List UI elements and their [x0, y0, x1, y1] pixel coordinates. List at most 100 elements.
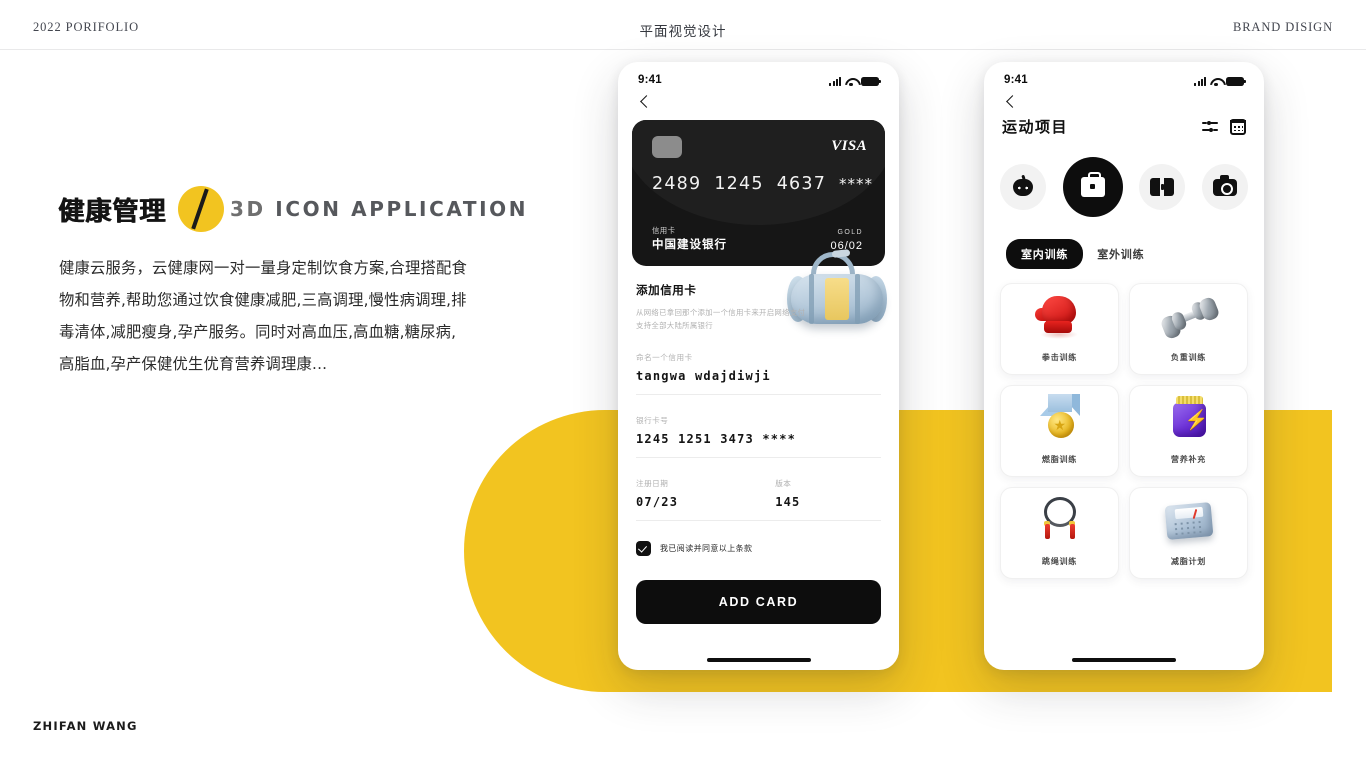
header-right-label: BRAND DISIGN	[1232, 20, 1333, 34]
status-icons	[1194, 69, 1246, 87]
hero-title: 健康管理 3D ICON APPLICATION	[58, 186, 528, 232]
terms-checkbox[interactable]	[636, 541, 651, 556]
field-row-date-version: 注册日期 07/23 版本 145	[636, 478, 881, 509]
field-card-name[interactable]: 命名一个信用卡 tangwa wdajdiwji	[636, 352, 881, 395]
workout-card-nutrition[interactable]: ⚡ 营养补充	[1129, 385, 1248, 477]
card-bank-name: 中国建设银行	[652, 239, 727, 251]
briefcase-icon	[1080, 172, 1105, 197]
workout-card-label: 拳击训练	[1041, 353, 1078, 362]
field-reg-date-label: 注册日期	[636, 479, 669, 488]
card-tier-label: GOLD	[837, 229, 863, 236]
poster-header: 2022 PORIFOLIO 平面视觉设计 BRAND DISIGN	[0, 20, 1366, 40]
workout-card-boxing[interactable]: 拳击训练	[1000, 283, 1119, 375]
status-bar: 9:41	[618, 62, 899, 92]
add-card-form: 添加信用卡 从网络已拿回那个添加一个信用卡来开启网络支付 支持全部大陆所属银行 …	[618, 266, 899, 556]
filter-icon[interactable]	[1202, 120, 1218, 134]
page-title: 运动项目	[1002, 118, 1069, 136]
ticket-icon	[1150, 175, 1175, 199]
workout-card-label: 减脂计划	[1170, 557, 1207, 566]
workout-card-label: 营养补充	[1170, 455, 1207, 464]
hero-title-cn: 健康管理	[58, 196, 167, 227]
form-subtitle-line-1: 从网络已拿回那个添加一个信用卡来开启网络支付	[636, 308, 806, 317]
add-card-button[interactable]: ADD CARD	[636, 580, 881, 624]
status-bar: 9:41	[984, 62, 1264, 92]
jump-rope-icon	[1032, 496, 1088, 546]
category-ticket[interactable]	[1139, 164, 1186, 210]
form-section-title: 添加信用卡	[636, 283, 697, 297]
card-type-label: 信用卡	[652, 226, 676, 235]
card-number-group-2: 1245	[714, 174, 764, 194]
status-icons	[829, 69, 881, 87]
field-card-name-value[interactable]: tangwa wdajdiwji	[636, 369, 881, 383]
header-actions	[1202, 118, 1246, 135]
hero-title-en: 3D ICON APPLICATION	[230, 197, 528, 221]
status-time: 9:41	[1004, 74, 1028, 86]
field-version[interactable]: 版本 145	[775, 478, 881, 509]
gamepad-icon	[1013, 178, 1033, 196]
slash-badge-icon	[178, 186, 225, 232]
back-button[interactable]	[636, 94, 654, 112]
calendar-icon[interactable]	[1230, 118, 1246, 135]
battery-icon	[1226, 76, 1246, 86]
terms-label: 我已阅读并同意以上条款	[660, 544, 753, 553]
field-underline	[636, 457, 881, 458]
card-chip-icon	[652, 136, 682, 158]
field-card-number[interactable]: 银行卡号 1245 1251 3473 ****	[636, 415, 881, 458]
tab-outdoor-training[interactable]: 室外训练	[1097, 246, 1144, 262]
home-indicator	[1072, 658, 1176, 662]
author-credit: ZHIFAN WANG	[33, 719, 138, 733]
tab-indoor-training[interactable]: 室内训练	[1006, 239, 1084, 269]
hero-title-en-lead: 3D	[230, 197, 266, 221]
header-center-label: 平面视觉设计	[639, 24, 727, 39]
field-reg-date-value[interactable]: 07/23	[636, 495, 775, 509]
back-button[interactable]	[1002, 94, 1020, 112]
field-card-number-value[interactable]: 1245 1251 3473 ****	[636, 432, 881, 446]
workout-card-label: 跳绳训练	[1041, 557, 1078, 566]
workout-card-jumprope[interactable]: 跳绳训练	[1000, 487, 1119, 579]
workout-card-weights[interactable]: 负重训练	[1129, 283, 1248, 375]
category-briefcase[interactable]	[1062, 157, 1123, 217]
page-header: 运动项目	[984, 116, 1264, 137]
card-number-group-3: 4637	[776, 174, 827, 194]
card-expiry: 06/02	[830, 240, 863, 252]
field-card-name-label: 命名一个信用卡	[636, 353, 693, 362]
field-version-value[interactable]: 145	[775, 495, 881, 509]
field-version-label: 版本	[775, 479, 792, 488]
workout-grid: 拳击训练 负重训练 ★ 燃脂训练 ⚡ 营养补充 跳绳训练 减脂计划	[984, 269, 1264, 579]
terms-agreement[interactable]: 我已阅读并同意以上条款	[636, 541, 881, 556]
workout-card-fatloss-plan[interactable]: 减脂计划	[1129, 487, 1248, 579]
hero-title-en-rest: ICON APPLICATION	[265, 197, 529, 221]
credit-card[interactable]: VISA 2489 1245 4637 **** 信用卡 中国建设银行 GOLD…	[632, 120, 885, 266]
workout-card-label: 燃脂训练	[1041, 455, 1078, 464]
card-brand-logo: VISA	[831, 138, 867, 154]
supplement-jar-icon: ⚡	[1161, 394, 1217, 444]
form-subtitle-line-2: 支持全部大陆所属银行	[636, 321, 713, 330]
field-reg-date[interactable]: 注册日期 07/23	[636, 478, 775, 509]
home-indicator	[706, 658, 811, 662]
header-divider	[0, 49, 1366, 50]
form-section-subtitle: 从网络已拿回那个添加一个信用卡来开启网络支付 支持全部大陆所属银行	[636, 306, 881, 332]
cellular-signal-icon	[829, 76, 841, 86]
hero-body-copy: 健康云服务，云健康网一对一量身定制饮食方案,合理搭配食物和营养,帮助您通过饮食健…	[59, 259, 467, 373]
field-card-number-label: 银行卡号	[636, 416, 669, 425]
category-camera[interactable]	[1201, 164, 1248, 210]
phone-mockup-add-card: 9:41 VISA 2489 1245 4637 **** 信用卡 中国建设银行…	[618, 62, 899, 670]
weight-scale-icon	[1161, 496, 1217, 546]
training-tabs: 室内训练 室外训练	[984, 217, 1264, 269]
poster-canvas: 2022 PORIFOLIO 平面视觉设计 BRAND DISIGN 健康管理 …	[0, 0, 1366, 768]
card-number: 2489 1245 4637 ****	[652, 174, 873, 194]
card-number-group-1: 2489	[652, 174, 702, 194]
workout-card-label: 负重训练	[1170, 353, 1207, 362]
dumbbell-icon	[1158, 292, 1221, 342]
wifi-icon	[1210, 77, 1222, 87]
phone-mockup-workout-list: 9:41 运动项目 室内训练 室外训练 拳击训练 负重训练 ★ 燃脂训练 ⚡ 营…	[984, 62, 1264, 670]
medal-icon: ★	[1032, 394, 1088, 444]
field-underline	[636, 394, 881, 395]
wifi-icon	[845, 77, 857, 87]
category-switcher	[984, 137, 1264, 217]
category-gamepad[interactable]	[1000, 164, 1046, 210]
camera-icon	[1212, 175, 1237, 196]
field-underline	[636, 520, 881, 521]
workout-card-fatburn[interactable]: ★ 燃脂训练	[1000, 385, 1119, 477]
card-number-masked: ****	[839, 175, 874, 193]
